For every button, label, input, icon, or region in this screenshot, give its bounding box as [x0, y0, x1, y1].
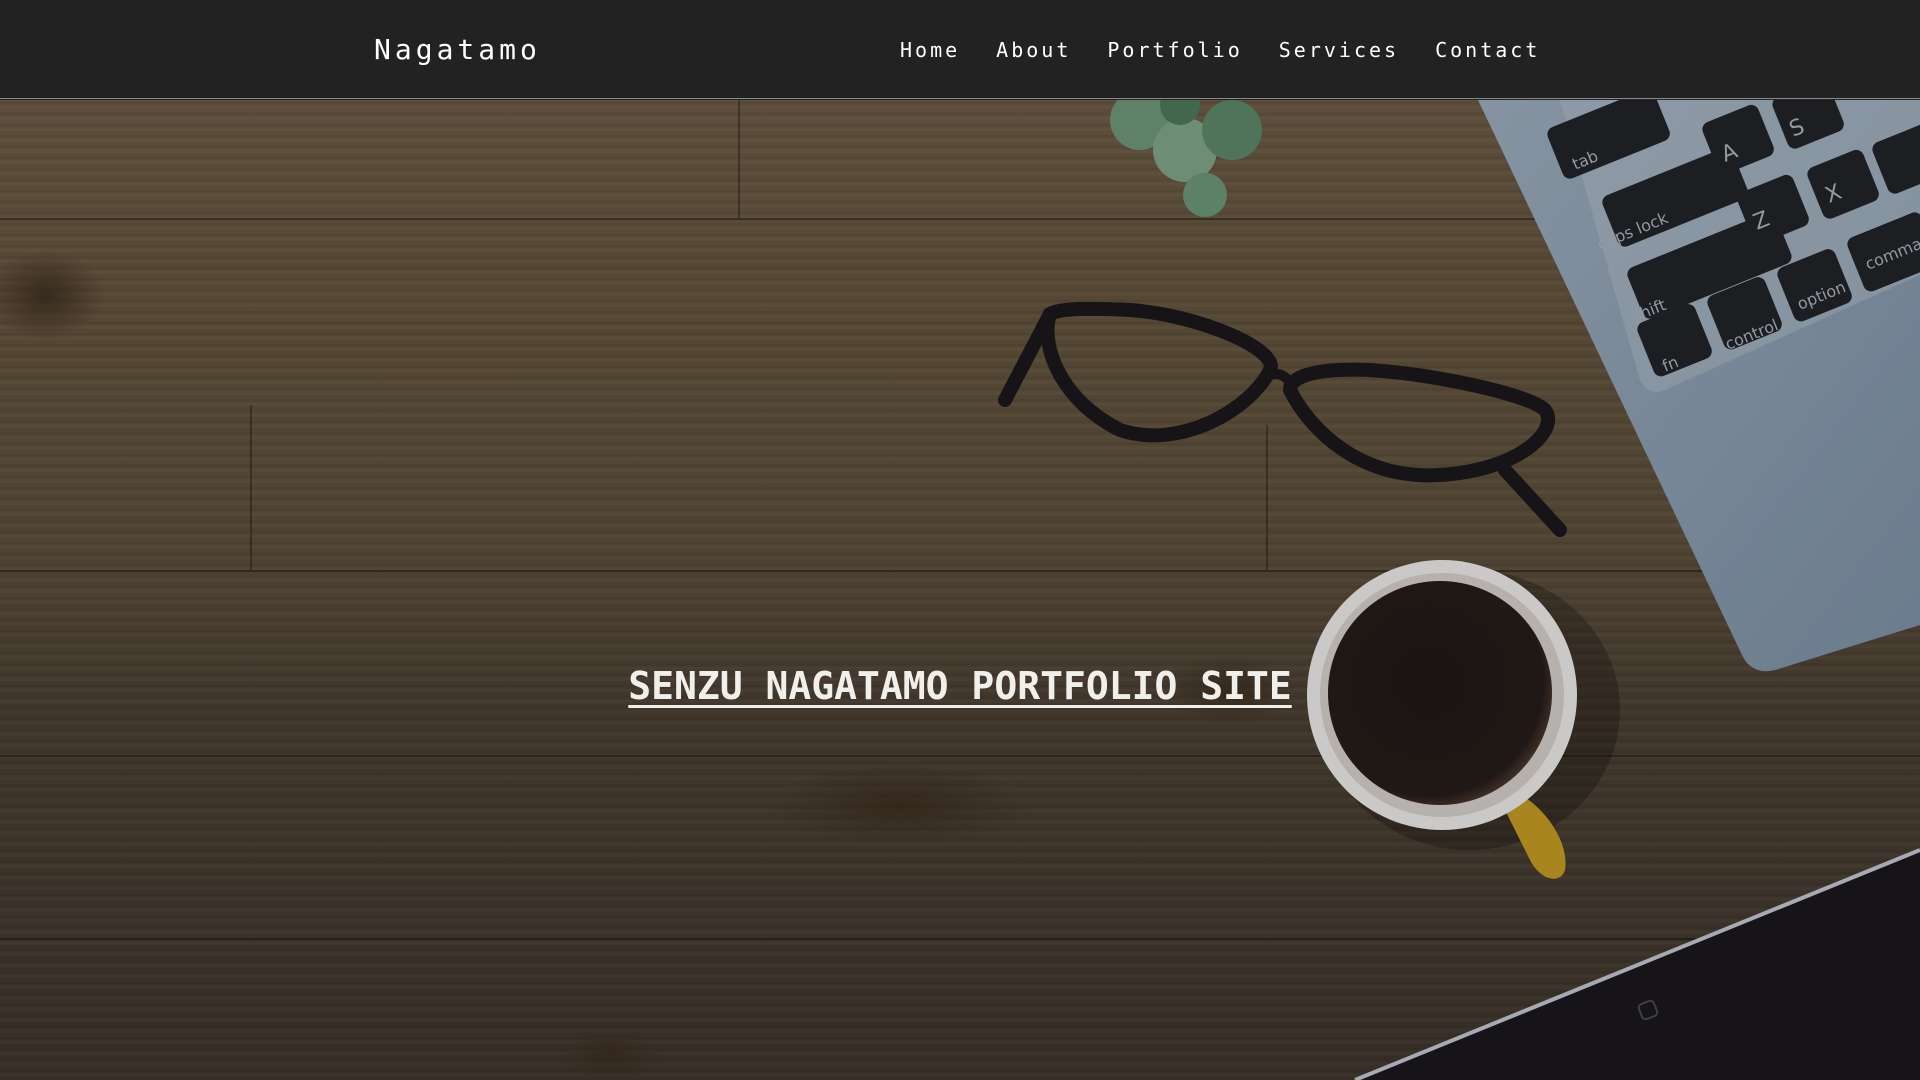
nav-item-services: Services — [1279, 37, 1399, 63]
nav-link-about[interactable]: About — [996, 38, 1071, 62]
brand-logo-link[interactable]: Nagatamo — [374, 32, 541, 68]
nav-item-home: Home — [900, 37, 960, 63]
nav-item-portfolio: Portfolio — [1107, 37, 1242, 63]
nav-link-services[interactable]: Services — [1279, 38, 1399, 62]
nav-menu: Home About Portfolio Services Contact — [900, 37, 1576, 63]
nav-item-about: About — [996, 37, 1071, 63]
hero-title: SENZU NAGATAMO PORTFOLIO SITE — [628, 664, 1292, 709]
nav-link-contact[interactable]: Contact — [1435, 38, 1540, 62]
hero-section: tab caps lock shift fn control option co… — [0, 100, 1920, 1080]
nav-link-portfolio[interactable]: Portfolio — [1107, 38, 1242, 62]
nav-link-home[interactable]: Home — [900, 38, 960, 62]
nav-item-contact: Contact — [1435, 37, 1540, 63]
navbar: Nagatamo Home About Portfolio Services C… — [0, 0, 1920, 99]
hero-overlay — [0, 100, 1920, 1080]
